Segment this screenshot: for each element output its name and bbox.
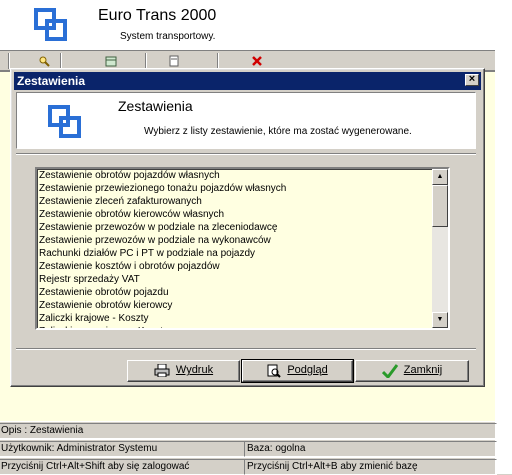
report-list-item[interactable]: Zestawienie obrotów pojazdów własnych <box>38 169 430 182</box>
toolbar-delete-icon[interactable] <box>251 55 263 67</box>
status-description: Opis : Zestawienia <box>0 423 497 439</box>
dialog-description: Wybierz z listy zestawienie, które ma zo… <box>144 126 412 137</box>
status-row-hints: Przyciśnij Ctrl+Alt+Shift aby się zalogo… <box>0 457 497 475</box>
status-row-description: Opis : Zestawienia <box>0 421 497 439</box>
toolbar-separator <box>145 53 146 69</box>
toolbar-calendar-icon[interactable] <box>105 55 117 67</box>
status-row-user: Użytkownik: Administrator Systemu Baza: … <box>0 439 497 457</box>
scroll-thumb[interactable] <box>432 185 448 227</box>
report-list[interactable]: Zestawienie obrotów pojazdów własnych Zes… <box>35 167 450 330</box>
green-checkmark-icon <box>381 363 398 378</box>
status-user: Użytkownik: Administrator Systemu <box>0 441 245 457</box>
close-button-label: Zamknij <box>403 364 443 376</box>
report-list-item[interactable]: Zestawienie zleceń zafakturowanych <box>38 195 430 208</box>
toolbar-search-icon[interactable] <box>38 55 50 67</box>
scroll-down-arrow-icon[interactable]: ▼ <box>432 312 448 328</box>
dialog-titlebar[interactable]: Zestawienia × <box>14 72 481 90</box>
report-list-scrollbar[interactable]: ▲ ▼ <box>432 169 448 328</box>
desktop-background <box>495 0 512 474</box>
app-title: Euro Trans 2000 <box>98 7 217 24</box>
report-list-item[interactable]: Zaliczki zagraniczne - Koszty <box>38 325 430 328</box>
toolbar-separator <box>8 53 9 69</box>
dialog-logo-icon <box>48 105 81 138</box>
report-list-item[interactable]: Zaliczki krajowe - Koszty <box>38 312 430 325</box>
toolbar-document-icon[interactable] <box>168 55 180 67</box>
report-list-item[interactable]: Rachunki działów PC i PT w podziale na p… <box>38 247 430 260</box>
report-list-item[interactable]: Rejestr sprzedaży VAT <box>38 273 430 286</box>
dialog-heading: Zestawienia <box>118 98 193 114</box>
print-button[interactable]: Wydruk <box>127 360 240 382</box>
report-list-item[interactable]: Zestawienie przewozów w podziale na zlec… <box>38 221 430 234</box>
report-list-item[interactable]: Zestawienie przewiezionego tonażu pojazd… <box>38 182 430 195</box>
dialog-title: Zestawienia <box>17 74 86 88</box>
status-database: Baza: ogolna <box>244 441 497 457</box>
app-header: Euro Trans 2000 System transportowy. <box>0 0 495 51</box>
scroll-up-arrow-icon[interactable]: ▲ <box>432 169 448 185</box>
report-list-item[interactable]: Zestawienie kosztów i obrotów pojazdów <box>38 260 430 273</box>
magnifier-document-icon <box>267 364 282 378</box>
toolbar-separator <box>60 53 61 69</box>
dialog-divider <box>16 153 476 155</box>
app-logo-icon <box>34 8 67 41</box>
report-list-item[interactable]: Zestawienie obrotów kierowców własnych <box>38 208 430 221</box>
dialog-divider <box>16 348 476 350</box>
status-change-db-hint: Przyciśnij Ctrl+Alt+B aby zmienić bazę <box>244 459 497 475</box>
print-button-label: Wydruk <box>175 364 214 376</box>
printer-icon <box>154 364 170 377</box>
toolbar-separator <box>217 53 218 69</box>
dialog-header-panel: Zestawienia Wybierz z listy zestawienie,… <box>16 92 476 149</box>
status-login-hint: Przyciśnij Ctrl+Alt+Shift aby się zalogo… <box>0 459 245 475</box>
close-button[interactable]: Zamknij <box>355 360 469 382</box>
preview-button-label: Podgląd <box>287 364 328 376</box>
report-list-item[interactable]: Zestawienie obrotów kierowcy <box>38 299 430 312</box>
dialog-close-button[interactable]: × <box>465 74 479 86</box>
report-list-item[interactable]: Zestawienie obrotów pojazdu <box>38 286 430 299</box>
report-list-item[interactable]: Zestawienie przewozów w podziale na wyko… <box>38 234 430 247</box>
zestawienia-dialog: Zestawienia × Zestawienia Wybierz z list… <box>10 68 485 387</box>
preview-button[interactable]: Podgląd <box>241 359 354 383</box>
app-subtitle: System transportowy. <box>120 31 216 42</box>
report-list-items: Zestawienie obrotów pojazdów własnych Zes… <box>38 169 430 328</box>
